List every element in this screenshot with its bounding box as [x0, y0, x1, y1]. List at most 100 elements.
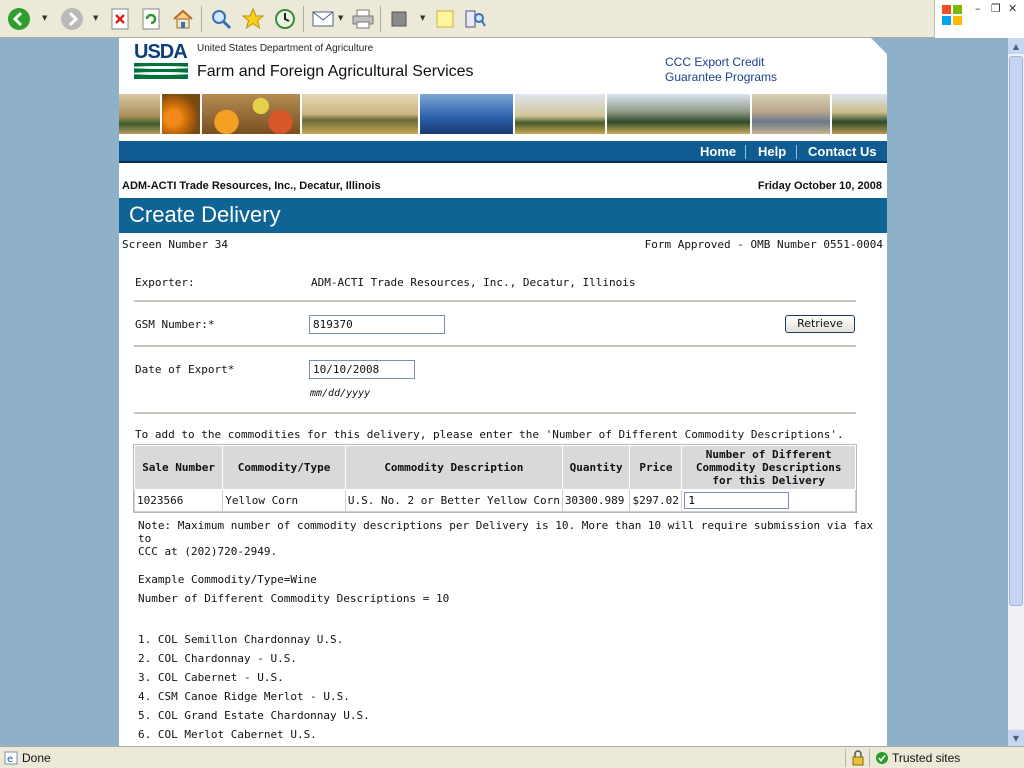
banner-farmers: [752, 94, 832, 134]
forward-icon[interactable]: [59, 6, 85, 32]
mail-icon[interactable]: [310, 6, 336, 32]
cell-quantity: 30300.989: [561, 489, 631, 512]
program-link[interactable]: CCC Export Credit Guarantee Programs: [665, 55, 777, 85]
divider: [134, 412, 856, 414]
list-item: 3. COL Cabernet - U.S.: [138, 671, 284, 684]
banner-oranges: [162, 94, 202, 134]
gsm-number-input[interactable]: [309, 315, 445, 334]
example-count: Number of Different Commodity Descriptio…: [138, 592, 450, 605]
forward-dropdown-icon[interactable]: ▼: [93, 14, 98, 22]
screen-number: Screen Number 34: [122, 238, 228, 251]
banner-fruit: [202, 94, 302, 134]
browser-viewport: USDA United States Department of Agricul…: [0, 38, 1008, 746]
back-dropdown-icon[interactable]: ▼: [42, 14, 47, 22]
status-bar: e Done Trusted sites: [0, 746, 1024, 768]
firm-name: ADM-ACTI Trade Resources, Inc., Decatur,…: [122, 180, 381, 192]
windows-flag-icon: [942, 5, 962, 25]
edit-dropdown-icon[interactable]: ▼: [420, 14, 425, 22]
retrieve-button[interactable]: Retrieve: [785, 315, 855, 333]
refresh-icon[interactable]: [138, 6, 164, 32]
col-sale-number: Sale Number: [133, 445, 224, 490]
table-row: 1023566 Yellow Corn U.S. No. 2 or Better…: [133, 489, 856, 512]
program-line-2: Guarantee Programs: [665, 70, 778, 84]
print-icon[interactable]: [350, 6, 376, 32]
toolbar-separator: [201, 6, 202, 32]
usda-logo-stripe: [134, 63, 188, 79]
usda-logo[interactable]: USDA: [134, 42, 188, 79]
table-header-row: Sale Number Commodity/Type Commodity Des…: [133, 445, 856, 490]
cell-commodity-type: Yellow Corn: [222, 489, 346, 512]
header-corner: [871, 38, 887, 54]
list-item: 2. COL Chardonnay - U.S.: [138, 652, 297, 665]
max-note-line-1: Note: Maximum number of commodity descri…: [138, 519, 874, 545]
scroll-up-icon[interactable]: ▲: [1008, 38, 1024, 54]
toolbar-separator: [303, 6, 304, 32]
instruction-text: To add to the commodities for this deliv…: [135, 428, 844, 441]
max-note: Note: Maximum number of commodity descri…: [138, 519, 887, 558]
banner-mountain: [607, 94, 752, 134]
status-text: Done: [22, 751, 51, 765]
page-title: Create Delivery: [129, 202, 281, 227]
gsm-label: GSM Number:*: [135, 318, 215, 331]
svg-text:e: e: [7, 754, 13, 765]
list-item: 6. COL Merlot Cabernet U.S.: [138, 728, 317, 741]
cell-commodity-description: U.S. No. 2 or Better Yellow Corn: [344, 489, 563, 512]
lock-icon: [852, 750, 864, 766]
date-of-export-label: Date of Export*: [135, 363, 235, 376]
back-icon[interactable]: [6, 6, 32, 32]
banner-hills: [302, 94, 420, 134]
restore-icon[interactable]: ❐: [991, 2, 1001, 15]
close-icon[interactable]: ✕: [1008, 2, 1017, 15]
favorites-icon[interactable]: [240, 6, 266, 32]
program-line-1: CCC Export Credit: [665, 55, 765, 69]
cell-price: $297.02: [629, 489, 683, 512]
list-item: 1. COL Semillon Chardonnay U.S.: [138, 633, 344, 646]
nav-contact-link[interactable]: Contact Us: [808, 144, 877, 159]
edit-icon[interactable]: [386, 6, 412, 32]
col-commodity-description: Commodity Description: [344, 445, 563, 490]
agency-name: Farm and Foreign Agricultural Services: [197, 63, 474, 80]
banner-forest: [832, 94, 887, 134]
home-icon[interactable]: [170, 6, 196, 32]
nav-separator: [745, 145, 746, 159]
vertical-scrollbar[interactable]: ▲ ▼: [1008, 38, 1024, 746]
nav-help-link[interactable]: Help: [758, 144, 786, 159]
search-icon[interactable]: [208, 6, 234, 32]
date-of-export-input[interactable]: [309, 360, 415, 379]
usda-page: USDA United States Department of Agricul…: [119, 38, 887, 746]
browser-toolbar: ▼ ▼ ▼ ▼ – ❐ ✕: [0, 0, 1024, 38]
nav-separator: [796, 145, 797, 159]
minimize-icon[interactable]: –: [975, 2, 981, 15]
date-format-hint: mm/dd/yyyy: [310, 388, 371, 399]
status-separator: [845, 749, 846, 767]
security-zone: Trusted sites: [892, 751, 961, 765]
photo-banner: [119, 94, 887, 134]
nav-home-link[interactable]: Home: [700, 144, 736, 159]
scroll-down-icon[interactable]: ▼: [1008, 730, 1024, 746]
list-item: 4. CSM Canoe Ridge Merlot - U.S.: [138, 690, 350, 703]
cell-sale-number: 1023566: [133, 489, 224, 512]
col-commodity-type: Commodity/Type: [222, 445, 346, 490]
research-icon[interactable]: [462, 6, 488, 32]
mail-dropdown-icon[interactable]: ▼: [338, 14, 343, 22]
divider: [134, 300, 856, 302]
discuss-icon[interactable]: [432, 6, 458, 32]
current-date: Friday October 10, 2008: [757, 180, 882, 192]
scrollbar-thumb[interactable]: [1009, 56, 1023, 606]
number-of-descriptions-input[interactable]: [684, 492, 790, 509]
col-number-of-descriptions: Number of Different Commodity Descriptio…: [681, 445, 856, 490]
banner-canoe: [420, 94, 515, 134]
stop-icon[interactable]: [107, 6, 133, 32]
omb-number: Form Approved - OMB Number 0551-0004: [644, 238, 883, 251]
windows-logo-area: – ❐ ✕: [934, 0, 1024, 38]
department-name: United States Department of Agriculture: [197, 43, 374, 54]
status-separator: [869, 749, 870, 767]
col-price: Price: [629, 445, 683, 490]
commodity-table: Sale Number Commodity/Type Commodity Des…: [133, 444, 857, 513]
history-icon[interactable]: [272, 6, 298, 32]
page-done-icon: e: [4, 751, 18, 765]
banner-grassland: [515, 94, 607, 134]
site-header: USDA United States Department of Agricul…: [119, 38, 887, 94]
trusted-sites-icon: [876, 752, 888, 764]
divider: [134, 345, 856, 347]
